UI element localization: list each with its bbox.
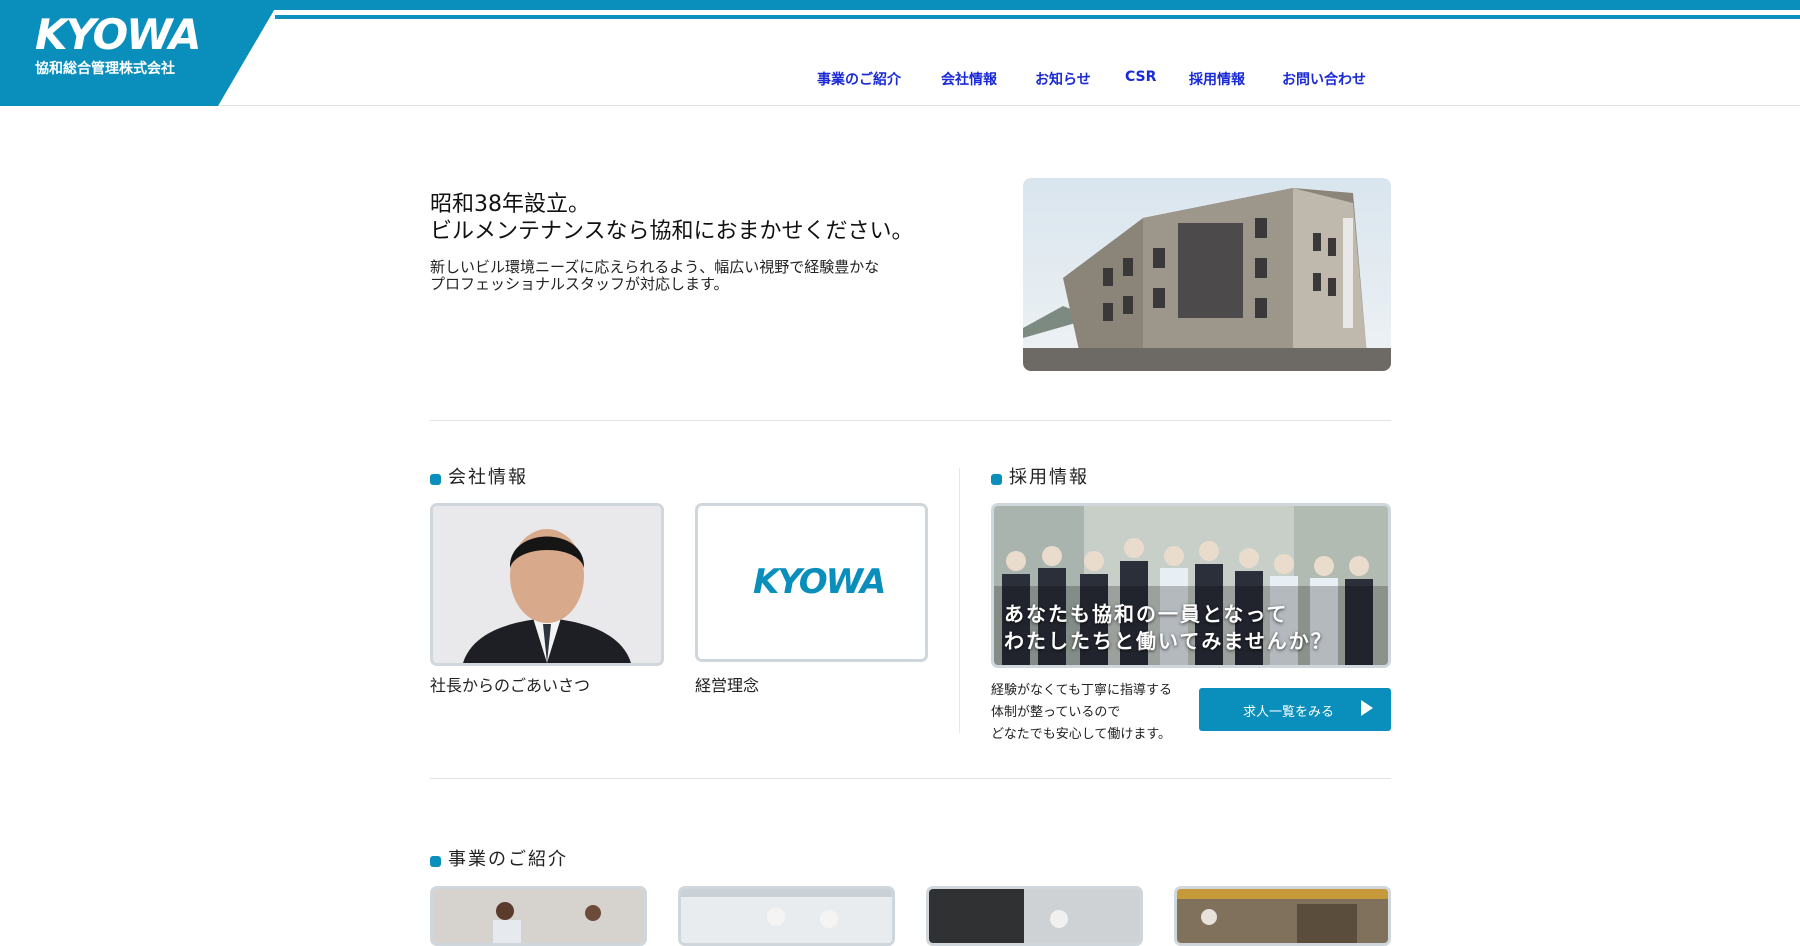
nav-news[interactable]: お知らせ xyxy=(1035,69,1091,89)
recruit-banner[interactable]: あなたも協和の一員となって わたしたちと働いてみませんか？ xyxy=(991,503,1391,668)
nav-company[interactable]: 会社情報 xyxy=(941,69,997,89)
main-nav: 事業のご紹介 会社情報 お知らせ CSR 採用情報 お問い合わせ xyxy=(0,69,1800,89)
business-card-1[interactable] xyxy=(430,886,647,946)
business-card-3[interactable] xyxy=(926,886,1143,946)
view-jobs-button[interactable]: 求人一覧をみる xyxy=(1199,688,1391,731)
president-greeting-caption[interactable]: 社長からのごあいさつ xyxy=(430,672,590,696)
business-title-text: 事業のご紹介 xyxy=(448,849,568,870)
recruit-banner-text: あなたも協和の一員となって わたしたちと働いてみませんか？ xyxy=(1004,601,1333,655)
building-photo xyxy=(1023,178,1391,371)
business-section-title: 事業のご紹介 xyxy=(430,849,568,871)
nav-contact[interactable]: お問い合わせ xyxy=(1282,69,1366,89)
recruit-description: 経験がなくても丁寧に指導する 体制が整っているので どなたでも安心して働けます。 xyxy=(991,680,1172,746)
square-bullet-icon xyxy=(991,474,1002,485)
nav-csr[interactable]: CSR xyxy=(1125,69,1156,85)
business-photo-3 xyxy=(929,889,1140,943)
business-photo-4 xyxy=(1177,889,1388,943)
president-photo xyxy=(433,506,661,663)
recruit-banner-line2: わたしたちと働いてみませんか？ xyxy=(1004,629,1333,653)
intro-description: 新しいビル環境ニーズに応えられるよう、幅広い視野で経験豊かな プロフェッショナル… xyxy=(430,259,879,293)
business-card-4[interactable] xyxy=(1174,886,1391,946)
square-bullet-icon xyxy=(430,474,441,485)
intro-heading: 昭和38年設立。 ビルメンテナンスなら協和におまかせください。 xyxy=(430,191,914,245)
section-divider-2 xyxy=(430,778,1391,779)
business-photo-2 xyxy=(681,889,892,943)
play-arrow-icon xyxy=(1361,700,1373,716)
intro-desc-line2: プロフェッショナルスタッフが対応します。 xyxy=(430,275,729,293)
view-jobs-label: 求人一覧をみる xyxy=(1243,705,1335,720)
header-top-bar-thin xyxy=(275,15,1800,19)
section-vertical-divider xyxy=(959,468,960,733)
business-photo-1 xyxy=(433,889,644,943)
philosophy-card[interactable]: KYOWA xyxy=(695,503,928,662)
company-section-title: 会社情報 xyxy=(430,467,528,489)
intro-heading-line1: 昭和38年設立。 xyxy=(430,191,590,217)
recruit-desc-line1: 経験がなくても丁寧に指導する xyxy=(991,683,1172,698)
intro-heading-line2: ビルメンテナンスなら協和におまかせください。 xyxy=(430,218,914,244)
square-bullet-icon xyxy=(430,856,441,867)
site-logo[interactable]: KYOWA 協和総合管理株式会社 xyxy=(0,0,280,106)
nav-recruit[interactable]: 採用情報 xyxy=(1189,69,1245,89)
section-divider-1 xyxy=(430,420,1391,421)
nav-business[interactable]: 事業のご紹介 xyxy=(817,69,901,89)
recruit-desc-line2: 体制が整っているので xyxy=(991,705,1121,720)
business-card-2[interactable] xyxy=(678,886,895,946)
intro-desc-line1: 新しいビル環境ニーズに応えられるよう、幅広い視野で経験豊かな xyxy=(430,258,880,276)
kyowa-logo-icon: KYOWA xyxy=(753,562,886,602)
recruit-section-title: 採用情報 xyxy=(991,467,1089,489)
president-greeting-card[interactable] xyxy=(430,503,664,666)
company-title-text: 会社情報 xyxy=(448,467,528,488)
recruit-banner-line1: あなたも協和の一員となって xyxy=(1004,602,1289,626)
recruit-desc-line3: どなたでも安心して働けます。 xyxy=(991,727,1172,742)
logo-wordmark: KYOWA xyxy=(35,10,202,59)
recruit-title-text: 採用情報 xyxy=(1009,467,1089,488)
philosophy-caption[interactable]: 経営理念 xyxy=(695,672,759,696)
